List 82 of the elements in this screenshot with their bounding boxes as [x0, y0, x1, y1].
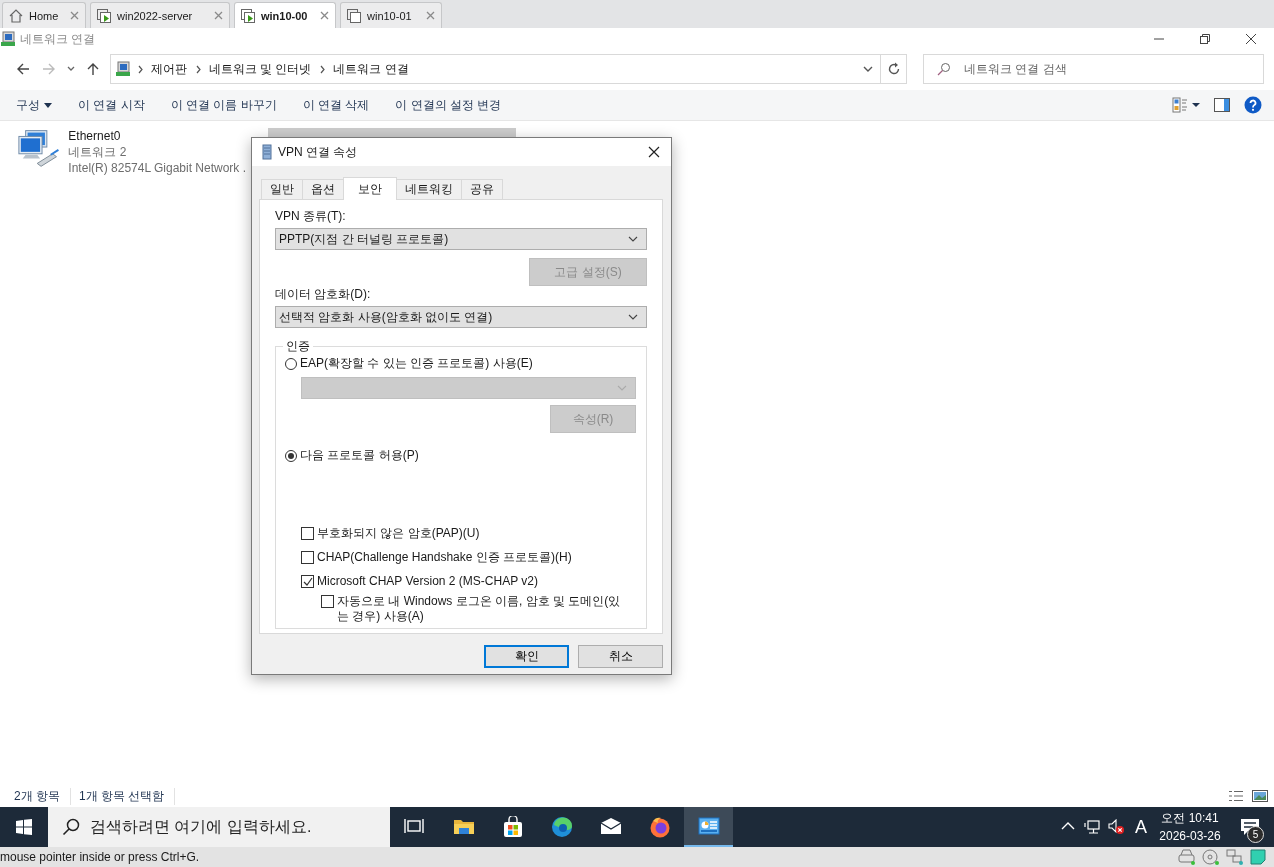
dialog-button[interactable]: 취소: [578, 645, 663, 668]
control-panel-icon: [697, 815, 720, 837]
chevron-right-icon: [319, 64, 326, 74]
search-field[interactable]: 네트워크 연결 검색: [923, 54, 1264, 84]
search-icon: [62, 818, 80, 836]
close-icon[interactable]: [1245, 33, 1257, 45]
notification-count: 5: [1247, 826, 1264, 843]
connection-name[interactable]: Ethernet0: [68, 128, 246, 144]
search-icon: [937, 62, 951, 76]
refresh-icon: [886, 62, 901, 76]
connection-adapter: Intel(R) 82574L Gigabit Network .: [68, 160, 246, 176]
input-method-indicator[interactable]: A: [1128, 816, 1154, 838]
network-adapter-icon: [16, 128, 61, 168]
taskbar-app-button[interactable]: [684, 807, 733, 847]
note-icon[interactable]: [1250, 849, 1266, 865]
checkbox[interactable]: 자동으로 내 Windows 로그온 이름, 암호 및 도메인(있는 경우) 사용(A): [321, 594, 636, 624]
dialog-tab[interactable]: 일반: [261, 179, 303, 199]
shopping-bag-icon: [501, 816, 524, 838]
chevron-down-icon: [628, 236, 638, 242]
virtual-machine-icon: [240, 7, 256, 24]
radio-button[interactable]: EAP(확장할 수 있는 인증 프로토콜) 사용(E): [285, 355, 636, 372]
network-folder-icon: [0, 31, 16, 47]
taskbar-clock[interactable]: 오전 10:41 2026-03-26: [1154, 809, 1226, 845]
home-icon: [8, 7, 24, 24]
browser-swirl-icon: [550, 816, 573, 838]
vm-tab[interactable]: win2022-server: [90, 2, 230, 28]
address-bar[interactable]: 제어판 네트워크 및 인터넷 네트워크 연결: [109, 54, 882, 84]
dialog-tab[interactable]: 보안: [343, 177, 397, 200]
help-icon[interactable]: [1244, 96, 1262, 114]
radio-button[interactable]: 다음 프로토콜 허용(P): [285, 447, 636, 464]
command-button[interactable]: 이 연결 시작: [65, 90, 158, 120]
taskbar-search-field[interactable]: 검색하려면 여기에 입력하세요.: [48, 807, 390, 847]
status-message: mouse pointer inside or press Ctrl+G.: [0, 850, 200, 864]
dropdown[interactable]: PPTP(지점 간 터널링 프로토콜): [275, 228, 647, 250]
window-title: 네트워크 연결: [20, 30, 97, 48]
checkbox[interactable]: 부호화되지 않은 암호(PAP)(U): [301, 526, 636, 541]
details-view-icon[interactable]: [1228, 790, 1244, 802]
dropdown[interactable]: 선택적 암호화 사용(암호화 없이도 연결): [275, 306, 647, 328]
field-label: VPN 종류(T):: [275, 208, 347, 225]
network-folder-icon: [114, 61, 131, 77]
view-options-icon[interactable]: [1172, 97, 1200, 113]
chevron-down-icon: [628, 314, 638, 320]
checkbox[interactable]: Microsoft CHAP Version 2 (MS-CHAP v2): [301, 574, 636, 589]
refresh-button[interactable]: [881, 54, 907, 84]
breadcrumb[interactable]: 네트워크 연결: [333, 60, 409, 78]
dialog-tab[interactable]: 공유: [461, 179, 503, 199]
restore-icon[interactable]: [1199, 33, 1211, 45]
caret-icon: [44, 102, 52, 108]
dialog-title: VPN 연결 속성: [278, 143, 359, 161]
virtual-machine-icon: [346, 7, 362, 24]
vm-tab[interactable]: Home: [2, 2, 86, 28]
checkbox[interactable]: CHAP(Challenge Handshake 인증 프로토콜)(H): [301, 550, 636, 565]
breadcrumb[interactable]: 제어판: [150, 60, 187, 78]
preview-pane-icon[interactable]: [1214, 98, 1230, 112]
vm-tab[interactable]: win10-01: [340, 2, 442, 28]
dialog-button[interactable]: 확인: [484, 645, 569, 668]
server-icon: [262, 144, 272, 160]
command-button[interactable]: 구성: [3, 90, 65, 120]
connection-network: 네트워크 2: [68, 144, 128, 160]
group-label: 인증: [285, 338, 311, 355]
vm-tab[interactable]: win10-00: [234, 2, 336, 28]
virtual-machine-icon: [96, 7, 112, 24]
status-text: 1개 항목 선택함: [71, 787, 176, 805]
back-icon[interactable]: [15, 62, 30, 76]
close-icon[interactable]: [648, 146, 660, 158]
windows-logo-icon: [16, 819, 32, 835]
field-label: 데이터 암호화(D):: [275, 286, 372, 303]
chevron-right-icon: [136, 64, 143, 74]
breadcrumb[interactable]: 네트워크 및 인터넷: [208, 60, 312, 78]
status-text: 2개 항목: [6, 787, 71, 805]
muted-speaker-icon[interactable]: [1108, 819, 1124, 835]
network-icon[interactable]: [1084, 819, 1100, 835]
fox-globe-icon: [648, 816, 671, 838]
up-icon[interactable]: [85, 62, 100, 76]
chevron-right-icon: [194, 64, 201, 74]
chevron-down-icon: [617, 385, 627, 391]
checkmark-icon: [302, 576, 313, 587]
optical-disc-icon[interactable]: [1202, 849, 1220, 865]
command-button[interactable]: 이 연결의 설정 변경: [382, 90, 515, 120]
command-button[interactable]: 이 연결 삭제: [289, 90, 383, 120]
large-icons-view-icon[interactable]: [1252, 790, 1268, 802]
command-button[interactable]: 이 연결 이름 바꾸기: [157, 90, 290, 120]
